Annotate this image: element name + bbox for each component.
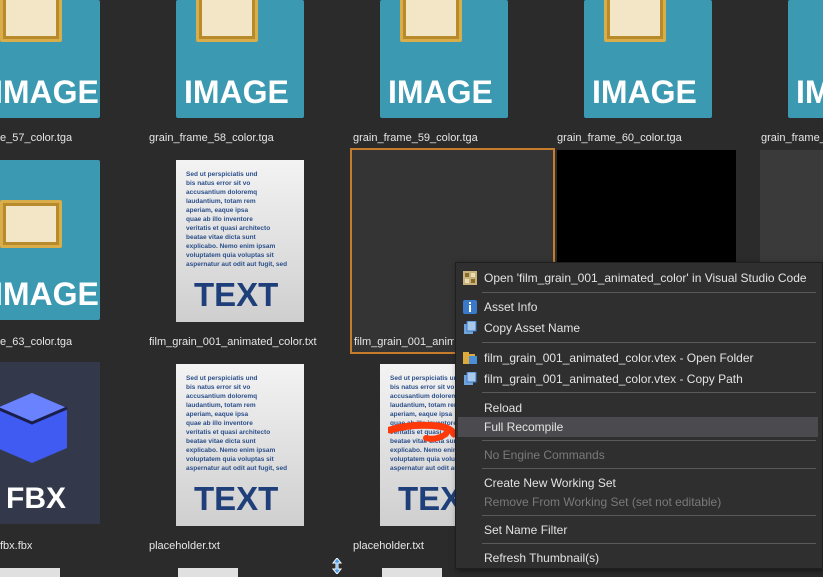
asset-tile[interactable]: IMAGE: [584, 0, 714, 145]
menu-separator: [482, 292, 816, 293]
asset-tile[interactable]: [760, 150, 823, 270]
text-icon-word: TEXT: [194, 480, 279, 517]
picture-icon: [400, 0, 462, 42]
menu-item-asset-info[interactable]: Asset Info: [458, 297, 818, 317]
menu-item-label: Create New Working Set: [484, 476, 616, 490]
menu-item-label: Refresh Thumbnail(s): [484, 551, 600, 565]
menu-item-copy-asset-name[interactable]: Copy Asset Name: [458, 318, 818, 338]
text-icon-lines: Sed ut perspiciatis und bis natus error …: [186, 375, 288, 472]
info-icon: [463, 300, 477, 314]
menu-item-no-engine-commands: No Engine Commands: [458, 445, 818, 465]
asset-tile[interactable]: [0, 568, 60, 577]
fbx-icon-word: FBX: [6, 482, 66, 515]
image-icon-word: IM: [796, 74, 823, 110]
asset-label: grain_frame_59_color.tga: [353, 132, 478, 144]
folder-icon: [463, 352, 477, 364]
asset-tile[interactable]: IMAGE: [0, 0, 110, 145]
text-icon-word: TEX: [398, 480, 455, 517]
copy-path-icon: [464, 372, 477, 385]
asset-label: e_63_color.tga: [0, 336, 73, 348]
image-icon-word: IMAGE: [0, 276, 99, 312]
menu-item-label: Asset Info: [484, 300, 538, 314]
menu-separator: [482, 468, 816, 469]
menu-item-copy-path[interactable]: film_grain_001_animated_color.vtex - Cop…: [458, 369, 818, 389]
asset-tile[interactable]: [382, 568, 442, 577]
asset-tile[interactable]: IMAGE: [0, 158, 105, 328]
text-icon-word: TEXT: [194, 276, 279, 313]
image-icon-word: IMAGE: [592, 74, 697, 110]
menu-separator: [482, 440, 816, 441]
text-icon-lines: Sed ut perspiciatis und bis natus error …: [186, 171, 288, 268]
menu-item-open-vscode[interactable]: Open 'film_grain_001_animated_color' in …: [458, 268, 818, 288]
menu-item-label: No Engine Commands: [484, 448, 605, 462]
menu-item-full-recompile[interactable]: Full Recompile: [458, 417, 818, 437]
asset-label: grain_frame_58_color.tga: [149, 132, 274, 144]
asset-tile[interactable]: Sed ut perspiciatis und bis natus error …: [380, 364, 455, 529]
menu-item-open-folder[interactable]: film_grain_001_animated_color.vtex - Ope…: [458, 348, 818, 368]
asset-label: film_grain_001_animat: [354, 336, 454, 348]
menu-item-label: Set Name Filter: [484, 523, 568, 537]
asset-label: grain_frame_60_color.tga: [557, 132, 682, 144]
menu-item-label: Reload: [484, 401, 523, 415]
red-annotation-mark: [388, 421, 458, 442]
menu-item-set-name-filter[interactable]: Set Name Filter: [458, 520, 818, 540]
asset-label: placeholder.txt: [353, 540, 424, 552]
menu-item-label: film_grain_001_animated_color.vtex - Ope…: [484, 351, 754, 365]
image-icon-word: IMAGE: [0, 74, 99, 110]
menu-item-label: film_grain_001_animated_color.vtex - Cop…: [484, 372, 743, 386]
copy-icon: [464, 321, 477, 334]
asset-tile[interactable]: Sed ut perspiciatis und bis natus error …: [176, 160, 306, 325]
menu-item-label: Open 'film_grain_001_animated_color' in …: [484, 271, 807, 285]
image-icon-word: IMAGE: [184, 74, 289, 110]
menu-separator: [482, 515, 816, 516]
asset-label: film_grain_001_animated_color.txt: [149, 336, 317, 348]
vscode-icon: [463, 271, 477, 285]
asset-tile[interactable]: Sed ut perspiciatis und bis natus error …: [176, 364, 306, 529]
asset-label: fbx.fbx: [0, 540, 33, 552]
picture-icon: [0, 0, 62, 42]
menu-item-remove-working-set: Remove From Working Set (set not editabl…: [458, 492, 818, 512]
menu-item-label: Copy Asset Name: [484, 321, 581, 335]
asset-tile[interactable]: IM: [788, 0, 823, 145]
picture-icon: [196, 0, 258, 42]
menu-item-label: Remove From Working Set (set not editabl…: [484, 495, 722, 509]
menu-separator: [482, 543, 816, 544]
asset-tile[interactable]: IMAGE: [380, 0, 510, 145]
menu-separator: [482, 342, 816, 343]
cube-icon: [0, 393, 68, 463]
asset-label: placeholder.txt: [149, 540, 220, 552]
menu-item-refresh-thumbnails[interactable]: Refresh Thumbnail(s): [458, 548, 818, 568]
asset-label: grain_frame_: [761, 132, 823, 144]
picture-icon: [604, 0, 666, 42]
move-cursor-icon: [331, 558, 343, 574]
asset-tile[interactable]: [557, 150, 736, 270]
context-menu: Open 'film_grain_001_animated_color' in …: [455, 262, 823, 569]
menu-item-label: Full Recompile: [484, 420, 564, 434]
asset-tile[interactable]: IMAGE: [176, 0, 306, 145]
menu-separator: [482, 392, 816, 393]
asset-label: e_57_color.tga: [0, 132, 73, 144]
menu-item-create-working-set[interactable]: Create New Working Set: [458, 473, 818, 493]
asset-tile[interactable]: FBX: [0, 362, 105, 527]
picture-icon: [0, 200, 62, 248]
menu-item-reload[interactable]: Reload: [458, 398, 818, 418]
image-icon-word: IMAGE: [388, 74, 493, 110]
asset-tile[interactable]: [178, 568, 238, 577]
